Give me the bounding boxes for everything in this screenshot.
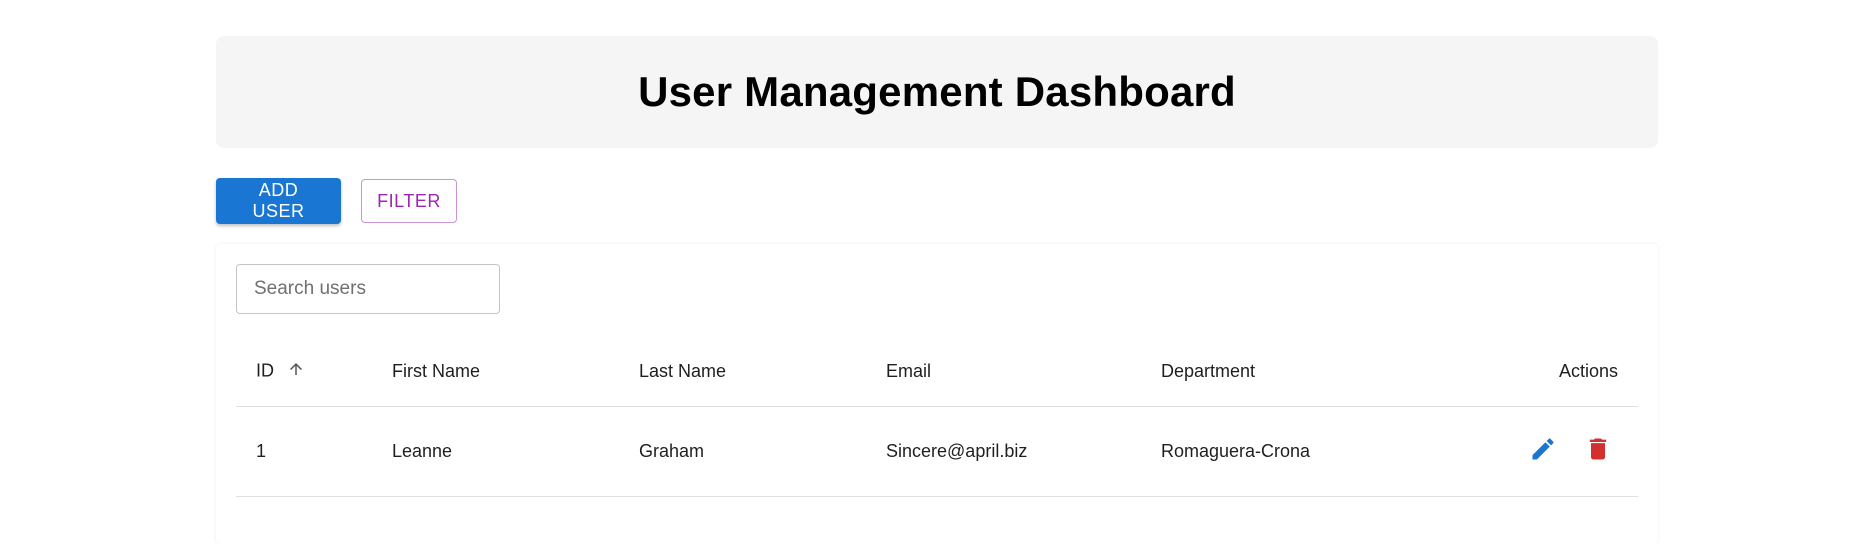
users-table-panel: ID First Name Last Name Email Department… [216, 244, 1658, 544]
dashboard-container: User Management Dashboard ADD USER FILTE… [216, 36, 1658, 544]
column-header-last-name[interactable]: Last Name [619, 338, 866, 406]
column-header-first-name[interactable]: First Name [372, 338, 619, 406]
users-table: ID First Name Last Name Email Department… [236, 338, 1638, 497]
table-row: 1 Leanne Graham Sincere@april.biz Romagu… [236, 406, 1638, 496]
column-header-label: ID [256, 360, 274, 381]
arrow-up-icon[interactable] [287, 360, 305, 383]
column-header-actions: Actions [1558, 361, 1618, 382]
column-header-email[interactable]: Email [866, 338, 1141, 406]
table-header-row: ID First Name Last Name Email Department… [236, 338, 1638, 406]
cell-department: Romaguera-Crona [1161, 440, 1311, 461]
cell-email: Sincere@april.biz [886, 440, 1028, 461]
toolbar: ADD USER FILTER [216, 178, 1658, 224]
cell-last-name: Graham [639, 440, 705, 461]
page-title: User Management Dashboard [638, 68, 1236, 115]
cell-actions [1441, 406, 1638, 496]
trash-icon [1584, 435, 1612, 468]
cell-id: 1 [256, 440, 267, 461]
cell-first-name: Leanne [392, 440, 453, 461]
search-input[interactable] [236, 264, 500, 314]
delete-button[interactable] [1578, 431, 1618, 471]
add-user-button[interactable]: ADD USER [216, 178, 341, 224]
page-header: User Management Dashboard [216, 36, 1658, 148]
edit-pencil-icon [1529, 435, 1557, 468]
column-header-department[interactable]: Department [1141, 338, 1441, 406]
column-header-id[interactable]: ID [236, 338, 372, 406]
filter-button[interactable]: FILTER [361, 179, 457, 223]
edit-button[interactable] [1523, 431, 1563, 471]
